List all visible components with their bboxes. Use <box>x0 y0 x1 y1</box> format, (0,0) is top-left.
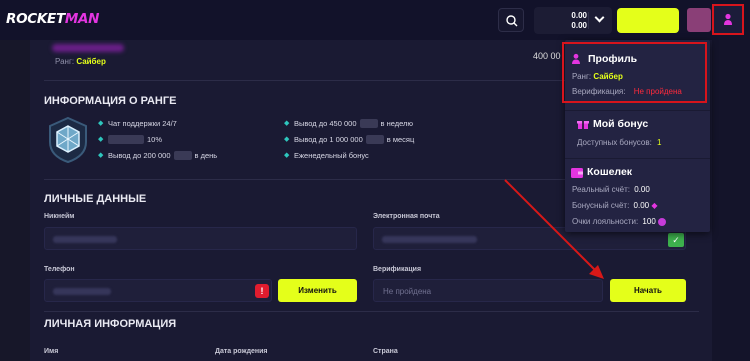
divider <box>44 311 699 312</box>
rank-feature: ◆ Чат поддержки 24/7 <box>98 119 177 128</box>
change-phone-button[interactable]: Изменить <box>278 279 357 302</box>
hidden-value <box>365 135 384 144</box>
nickname-field[interactable] <box>44 227 357 250</box>
hidden-value <box>53 236 117 243</box>
gem-icon: ◆ <box>284 119 290 127</box>
highlight-box <box>562 42 707 103</box>
rank-info-title: ИНФОРМАЦИЯ О РАНГЕ <box>44 95 177 107</box>
divider <box>565 110 710 111</box>
bonus-title: Мой бонус <box>593 118 649 130</box>
name-label: Имя <box>44 348 59 355</box>
available-bonuses: Доступных бонусов: 1 <box>577 138 662 147</box>
bonus-account: Бонусный счёт: 0.00 ◆ <box>572 201 658 210</box>
username-hidden <box>52 44 124 52</box>
gift-icon <box>577 121 589 129</box>
divider <box>588 12 589 29</box>
warning-icon: ! <box>255 284 269 298</box>
rank-shield-icon <box>49 116 87 164</box>
gem-icon: ◆ <box>98 151 104 159</box>
rank-feature: ◆ Вывод до 450 000 в неделю <box>284 119 414 128</box>
nickname-label: Никнейм <box>44 213 75 220</box>
email-label: Электронная почта <box>373 213 440 220</box>
personal-data-title: ЛИЧНЫЕ ДАННЫЕ <box>44 193 147 205</box>
country-label: Страна <box>373 348 398 355</box>
verified-check-icon: ✓ <box>668 233 684 247</box>
verification-label: Верификация <box>373 266 422 273</box>
hidden-value <box>108 135 144 144</box>
rank-feature: ◆ Вывод до 200 000 в день <box>98 151 218 160</box>
user-menu-button[interactable] <box>712 4 744 35</box>
verification-field: Не пройдена <box>373 279 603 302</box>
wallet-title: Кошелек <box>587 166 633 178</box>
start-verification-button[interactable]: Начать <box>610 279 686 302</box>
loyalty-coin-icon <box>658 217 667 226</box>
hidden-value <box>382 236 477 243</box>
avatar[interactable] <box>687 8 711 32</box>
divider <box>565 158 710 159</box>
gem-icon: ◆ <box>284 151 290 159</box>
verification-status: Не пройдена <box>383 287 432 296</box>
left-sidebar <box>0 40 30 361</box>
balance-bonus: 0.00 <box>571 21 587 30</box>
bonus-coin-icon: ◆ <box>651 201 658 210</box>
hidden-value <box>53 288 111 295</box>
hidden-value <box>173 151 192 160</box>
birthdate-label: Дата рождения <box>215 348 268 355</box>
phone-field[interactable]: ! <box>44 279 272 302</box>
rank-feature: ◆ Еженедельный бонус <box>284 151 369 160</box>
phone-label: Телефон <box>44 266 75 273</box>
gem-icon: ◆ <box>98 135 104 143</box>
profile-balance: 400 00 <box>533 51 561 61</box>
search-button[interactable] <box>498 8 524 32</box>
wallet-icon <box>571 168 583 178</box>
rank-feature: ◆ Вывод до 1 000 000 в месяц <box>284 135 415 144</box>
search-icon <box>506 15 518 27</box>
deposit-button[interactable] <box>617 8 679 33</box>
real-account: Реальный счёт: 0.00 <box>572 185 650 194</box>
personal-info-title: ЛИЧНАЯ ИНФОРМАЦИЯ <box>44 318 177 330</box>
logo[interactable]: ROCKETMAN <box>6 11 99 27</box>
rank-feature: ◆ 10% <box>98 135 163 144</box>
gem-icon: ◆ <box>284 135 290 143</box>
user-icon <box>724 13 732 25</box>
balance-real: 0.00 <box>571 11 587 20</box>
hidden-value <box>359 119 378 128</box>
chevron-down-icon <box>594 12 605 23</box>
balance-selector[interactable]: 0.00 0.00 <box>534 7 612 34</box>
gem-icon: ◆ <box>98 119 104 127</box>
profile-rank: Ранг: Сайбер <box>55 57 106 66</box>
loyalty-points: Очки лояльности: 100 <box>572 217 667 226</box>
